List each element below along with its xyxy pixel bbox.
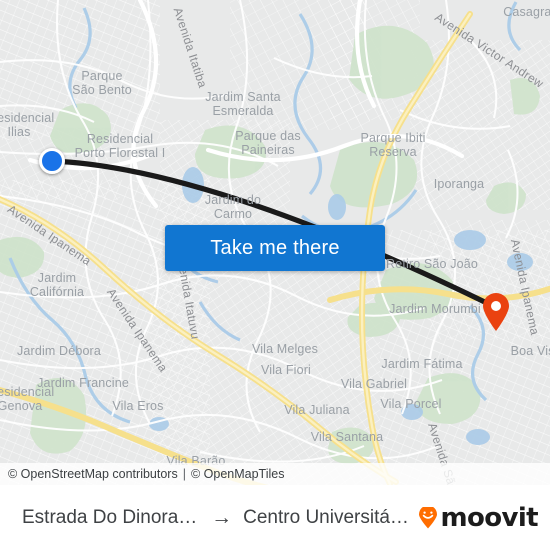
map-attribution: © OpenStreetMap contributors | © OpenMap… (0, 463, 550, 485)
trip-origin-label: Estrada Do Dinorah, 111... (22, 506, 200, 528)
take-me-there-label: Take me there (210, 236, 340, 259)
destination-pin[interactable] (481, 292, 511, 332)
destination-pin-icon (483, 293, 509, 331)
origin-pin[interactable] (39, 148, 65, 174)
trip-summary: Estrada Do Dinorah, 111... → Centro Univ… (22, 506, 412, 530)
attribution-osm[interactable]: © OpenStreetMap contributors (8, 467, 178, 481)
trip-footer: Estrada Do Dinorah, 111... → Centro Univ… (0, 485, 550, 550)
arrow-right-icon: → (211, 505, 233, 529)
trip-destination-label: Centro Universitário Fa... (243, 506, 412, 528)
attribution-separator: | (182, 467, 186, 481)
moovit-wordmark: moovit (440, 502, 538, 533)
attribution-tiles[interactable]: © OpenMapTiles (191, 467, 285, 481)
take-me-there-button[interactable]: Take me there (165, 225, 385, 271)
moovit-logo[interactable]: moovit (418, 502, 539, 533)
moovit-trip-map-screen: CasagrandeAvenida Victor AndrewParque Sã… (0, 0, 550, 550)
moovit-pin-icon (419, 506, 438, 528)
map-canvas[interactable]: CasagrandeAvenida Victor AndrewParque Sã… (0, 0, 550, 485)
